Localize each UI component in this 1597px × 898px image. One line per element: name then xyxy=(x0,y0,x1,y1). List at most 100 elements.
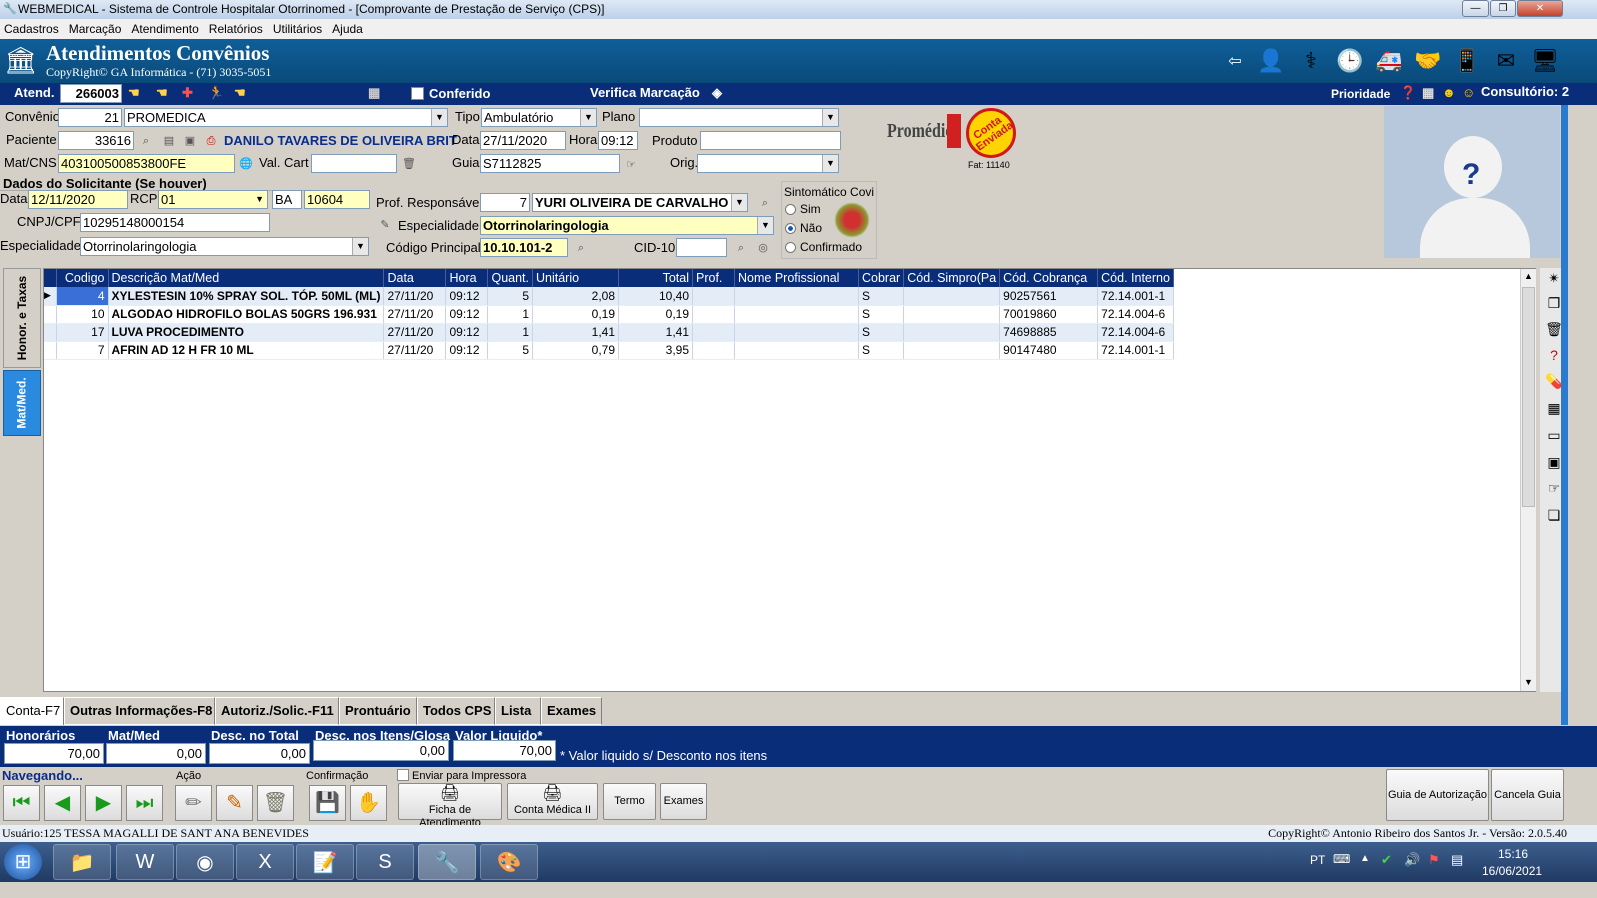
desc-itens-field[interactable]: 0,00 xyxy=(313,740,449,761)
cell-hora[interactable]: 09:12 xyxy=(445,341,489,360)
user-screen-icon[interactable]: 🖥 xyxy=(1528,44,1562,78)
start-button[interactable]: ⊞ xyxy=(4,844,42,880)
ficha-atendimento-button[interactable]: 🖨 Ficha de Atendimento xyxy=(398,783,502,829)
tab-conta[interactable]: Conta-F7 xyxy=(0,697,64,725)
cell-quant[interactable]: 5 xyxy=(487,341,533,360)
conferido-checkbox[interactable] xyxy=(411,87,424,100)
table-row[interactable]: 17 LUVA PROCEDIMENTO 27/11/20 09:12 1 1,… xyxy=(44,323,1174,342)
col-nome-profissional[interactable]: Nome Profissional xyxy=(734,269,859,287)
webmedical-taskbar-icon[interactable]: 🔧 xyxy=(418,844,476,880)
add-user-icon[interactable]: 👤 xyxy=(1254,44,1288,78)
matmed-field[interactable]: 0,00 xyxy=(106,743,206,764)
verifica-marcacao-label[interactable]: Verifica Marcação xyxy=(590,84,700,102)
shield-icon[interactable]: ✔ xyxy=(1381,852,1392,868)
cell-data[interactable]: 27/11/20 xyxy=(383,305,447,324)
guia-autorizacao-button[interactable]: Guia de Autorização xyxy=(1386,769,1489,821)
cell-unitario[interactable]: 0,19 xyxy=(532,305,619,324)
sol-data-field[interactable]: 12/11/2020 xyxy=(28,190,128,209)
col-total[interactable]: Total xyxy=(618,269,693,287)
chevron-down-icon[interactable]: ▼ xyxy=(255,191,264,208)
edit-button[interactable]: ✏ xyxy=(175,785,212,821)
tab-lista[interactable]: Lista xyxy=(495,697,541,725)
chevron-down-icon[interactable]: ▼ xyxy=(757,217,773,234)
cell-cod-cobranca[interactable]: 74698885 xyxy=(999,323,1099,342)
patient-photo[interactable]: ? xyxy=(1384,106,1560,258)
cell-codigo[interactable]: 17 xyxy=(56,323,109,342)
pencil-button[interactable]: ✎ xyxy=(216,785,253,821)
cell-descricao[interactable]: ALGODAO HIDROFILO BOLAS 50GRS 196.931 xyxy=(108,305,385,324)
minimize-button[interactable]: — xyxy=(1462,0,1489,17)
convenio-name-select[interactable]: PROMEDICA ▼ xyxy=(124,108,448,127)
cell-prof[interactable] xyxy=(692,323,735,342)
prof-name-select[interactable]: YURI OLIVEIRA DE CARVALHO ▼ xyxy=(532,193,748,212)
crm-field[interactable]: 10604 xyxy=(304,190,370,209)
col-codigo[interactable]: Codigo xyxy=(56,269,109,287)
skype-icon[interactable]: S xyxy=(356,844,414,880)
hand-point-icon[interactable]: ☚ xyxy=(234,84,246,102)
cell-total[interactable]: 3,95 xyxy=(618,341,693,360)
rcp-select[interactable]: 01 ▼ xyxy=(158,190,268,209)
cell-quant[interactable]: 1 xyxy=(487,323,533,342)
hora-field[interactable]: 09:12 xyxy=(598,131,638,150)
pointing-hand-icon[interactable]: ☞ xyxy=(622,156,640,174)
tab-exames[interactable]: Exames xyxy=(541,697,602,725)
chrome-icon[interactable]: ◉ xyxy=(176,844,234,880)
keyboard-icon[interactable]: ⌨ xyxy=(1333,852,1350,866)
next-record-button[interactable]: ▶ xyxy=(85,785,122,821)
cell-cobrar[interactable]: S xyxy=(858,305,905,324)
cell-data[interactable]: 27/11/20 xyxy=(383,323,447,342)
prof-code-field[interactable]: 7 xyxy=(480,193,530,212)
cell-cobrar[interactable]: S xyxy=(858,341,905,360)
email-icon[interactable]: ✉ xyxy=(1489,44,1523,78)
tipo-select[interactable]: Ambulatório ▼ xyxy=(481,108,597,127)
honorarios-field[interactable]: 70,00 xyxy=(4,743,104,764)
cell-unitario[interactable]: 0,79 xyxy=(532,341,619,360)
chevron-down-icon[interactable]: ▼ xyxy=(822,155,838,172)
menu-marcacao[interactable]: Marcação xyxy=(65,19,128,38)
calendar-icon[interactable]: ▦ xyxy=(1422,84,1434,102)
col-cobrar[interactable]: Cobrar xyxy=(858,269,905,287)
tab-honor-taxas[interactable]: Honor. e Taxas xyxy=(3,268,41,368)
search-binoculars-icon[interactable]: ⌕ xyxy=(572,239,590,257)
cancel-button[interactable]: ✋ xyxy=(350,785,387,821)
flag-icon[interactable]: ⚑ xyxy=(1428,852,1440,868)
cell-data[interactable]: 27/11/20 xyxy=(383,341,447,360)
group-icon[interactable]: ☻ xyxy=(1442,84,1456,102)
scroll-thumb[interactable] xyxy=(1522,287,1535,507)
sms-phone-icon[interactable]: 📱 xyxy=(1450,44,1484,78)
tray-up-icon[interactable]: ▲ xyxy=(1360,853,1370,864)
cell-prof[interactable] xyxy=(692,341,735,360)
menu-utilitarios[interactable]: Utilitários xyxy=(269,19,328,38)
cell-unitario[interactable]: 2,08 xyxy=(532,287,619,306)
paciente-code-field[interactable]: 33616 xyxy=(58,131,134,150)
document-icon[interactable]: ▤ xyxy=(160,132,178,150)
uf-field[interactable]: BA xyxy=(272,190,302,209)
cell-cod-simpro[interactable] xyxy=(903,323,1001,342)
cell-total[interactable]: 10,40 xyxy=(618,287,693,306)
col-unitario[interactable]: Unitário xyxy=(532,269,619,287)
back-arrow-icon[interactable]: ⇦ xyxy=(1218,44,1252,78)
last-record-button[interactable]: ⏭ xyxy=(126,785,163,821)
table-row[interactable]: ▶ 4 XYLESTESIN 10% SPRAY SOL. TÓP. 50ML … xyxy=(44,287,1174,306)
scroll-down-icon[interactable]: ▼ xyxy=(1524,677,1533,687)
tab-autoriz-solic[interactable]: Autoriz./Solic.-F11 xyxy=(215,697,339,725)
tab-outras-informacoes[interactable]: Outras Informações-F8 xyxy=(64,697,215,725)
cell-codigo[interactable]: 10 xyxy=(56,305,109,324)
convenio-code-field[interactable]: 21 xyxy=(58,108,122,127)
especialidade-select[interactable]: Otorrinolaringologia ▼ xyxy=(80,237,369,256)
cell-descricao[interactable]: AFRIN AD 12 H FR 10 ML xyxy=(108,341,385,360)
cell-cod-interno[interactable]: 72.14.001-1 xyxy=(1097,341,1174,360)
cell-nome-profissional[interactable] xyxy=(734,305,859,324)
printer-icon[interactable]: ⎙ xyxy=(202,132,220,150)
scan-icon[interactable]: ▣ xyxy=(181,132,199,150)
plano-select[interactable]: ▼ xyxy=(639,108,839,127)
handshake-icon[interactable]: 🤝 xyxy=(1411,44,1445,78)
globe-icon[interactable]: 🌐 xyxy=(237,155,255,173)
prev-hand-icon[interactable]: ☚ xyxy=(128,84,140,102)
exames-button[interactable]: Exames xyxy=(660,783,707,820)
verifica-icon[interactable]: ◈ xyxy=(712,84,722,102)
explorer-icon[interactable]: 📁 xyxy=(53,844,111,880)
cell-cod-simpro[interactable] xyxy=(903,341,1001,360)
maximize-button[interactable]: ❐ xyxy=(1490,0,1516,17)
col-quant[interactable]: Quant. xyxy=(487,269,533,287)
